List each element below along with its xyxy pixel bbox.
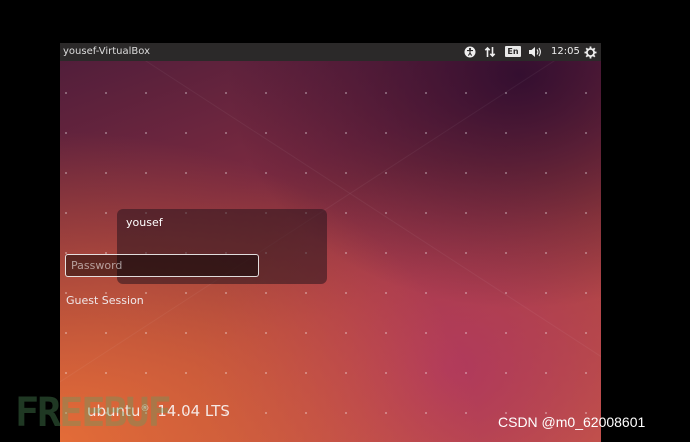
lightdm-screen: yousef-VirtualBox En 12:05 yousef ubuntu… xyxy=(60,43,601,442)
clock[interactable]: 12:05 xyxy=(551,46,580,57)
user-name-label[interactable]: yousef xyxy=(126,216,163,229)
freebuf-watermark: FREEBUF xyxy=(15,390,172,436)
hostname-label: yousef-VirtualBox xyxy=(63,46,150,57)
settings-gear-icon[interactable] xyxy=(582,44,598,60)
accessibility-icon[interactable] xyxy=(463,44,477,60)
network-icon[interactable] xyxy=(483,44,497,60)
keyboard-layout-indicator[interactable]: En xyxy=(505,46,521,57)
top-panel: yousef-VirtualBox En 12:05 xyxy=(60,43,601,61)
csdn-watermark: CSDN @m0_62008601 xyxy=(498,414,646,430)
password-input[interactable] xyxy=(65,254,259,277)
guest-session-option[interactable]: Guest Session xyxy=(66,294,144,307)
volume-icon[interactable] xyxy=(527,44,545,60)
